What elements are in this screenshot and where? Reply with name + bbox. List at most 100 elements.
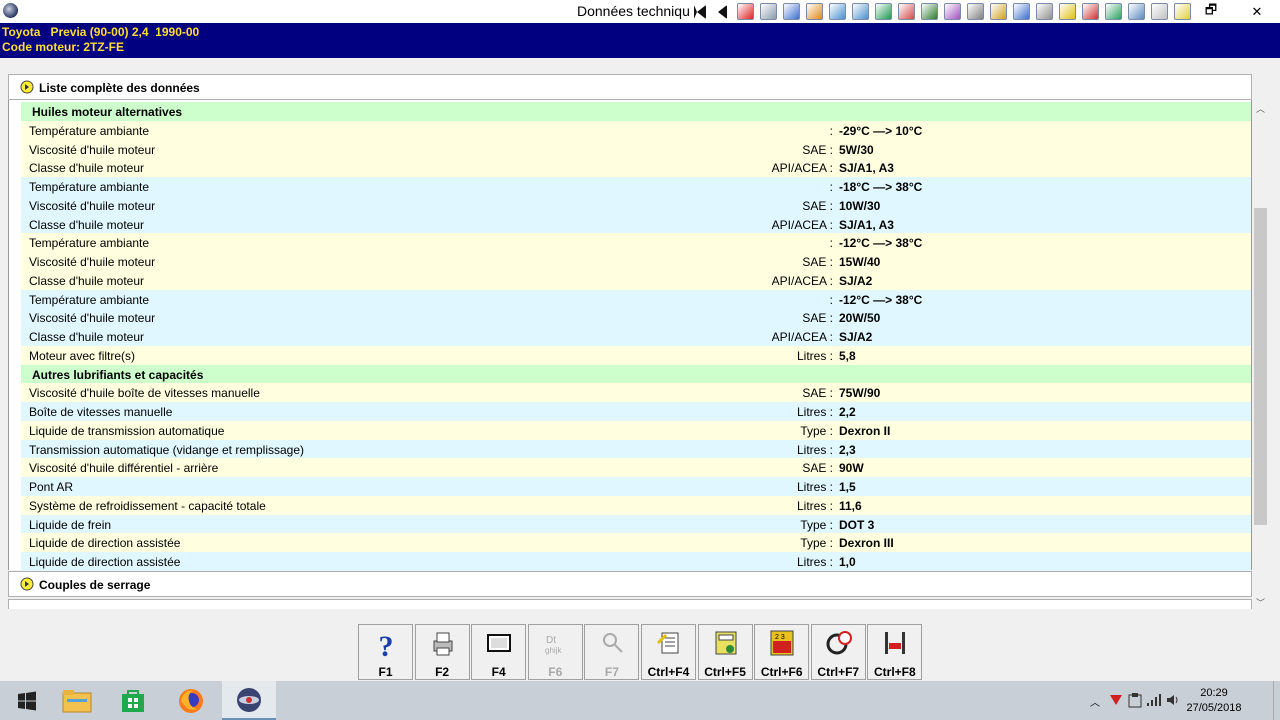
expand-arrow-icon	[20, 80, 34, 94]
tray-chevron-icon[interactable]: ︿	[1090, 694, 1100, 709]
content-area: Liste complète des données Huiles moteur…	[0, 58, 1280, 620]
car-lift-tool-button[interactable]	[918, 1, 941, 22]
fuel-icon	[1082, 3, 1099, 20]
clock-time[interactable]: 20:29	[1184, 687, 1244, 699]
start-button[interactable]	[0, 681, 54, 720]
row-unit: :	[829, 292, 833, 307]
scroll-thumb[interactable]	[1254, 208, 1267, 525]
ctrl-f8-key-button[interactable]: Ctrl+F8	[867, 624, 923, 680]
svg-text:ghijk: ghijk	[545, 646, 562, 655]
settings-tool-button[interactable]	[849, 1, 872, 22]
row-value: 1,0	[839, 555, 856, 569]
file-explorer-button[interactable]	[50, 681, 104, 720]
row-unit: SAE :	[802, 461, 833, 476]
clock-date[interactable]: 27/05/2018	[1184, 702, 1244, 714]
previous-record-tool-button[interactable]	[711, 1, 734, 22]
row-value: 15W/40	[839, 255, 881, 269]
print-icon	[433, 632, 453, 656]
antivirus-icon[interactable]	[1108, 693, 1124, 707]
chart-tool-button[interactable]	[780, 1, 803, 22]
fuel-tool-button[interactable]	[1079, 1, 1102, 22]
car-side-tool-button[interactable]	[1033, 1, 1056, 22]
f1-key-button[interactable]: ? F1	[358, 624, 413, 680]
row-label: Température ambiante	[29, 236, 150, 251]
row-label: Liquide de frein	[29, 517, 112, 532]
firefox-icon	[179, 688, 203, 713]
engine-tool-button[interactable]	[872, 1, 895, 22]
ctrl-f6-key-button[interactable]: 2 3 Ctrl+F6	[754, 624, 810, 680]
row-unit: Type :	[800, 423, 833, 438]
function-key-label: Ctrl+F6	[760, 665, 803, 679]
car-lift-icon	[921, 3, 938, 20]
help-icon: ?	[379, 630, 394, 659]
svg-text:Dt: Dt	[546, 635, 556, 646]
store-icon	[122, 689, 144, 712]
function-key-bar: ? F1 F2 F4 Dt ghijk F6 F7 Ctrl+F4 Ctrl+F5 2 3 Ctrl+…	[358, 624, 924, 680]
row-value: 75W/90	[839, 386, 881, 401]
f7-key-button: F7	[584, 624, 640, 680]
car-tool-button[interactable]	[1010, 1, 1033, 22]
table-row: Liquide de transmission automatique Type …	[21, 420, 1251, 440]
globe-tool-button[interactable]	[1125, 1, 1148, 22]
section-liste-complete[interactable]: Liste complète des données	[8, 74, 1252, 100]
document-tool-button[interactable]	[757, 1, 780, 22]
function-key-label: Ctrl+F8	[874, 665, 916, 679]
table-row: Viscosité d'huile moteur SAE : 20W/50	[21, 308, 1251, 327]
autodata-app-button[interactable]	[222, 681, 276, 720]
warning-tool-button[interactable]	[734, 1, 757, 22]
table-row: Boîte de vitesses manuelle Litres : 2,2	[21, 402, 1251, 421]
car-icon	[1013, 3, 1030, 20]
table-row: Température ambiante: -12°C —> 38°C	[21, 289, 1251, 309]
section-couples-serrage[interactable]: Couples de serrage	[8, 571, 1252, 597]
smiley-icon	[1059, 3, 1076, 20]
exhaust-tool-button[interactable]	[895, 1, 918, 22]
calculator-icon	[715, 631, 737, 655]
wrench-tool-button[interactable]	[941, 1, 964, 22]
row-unit: SAE :	[802, 386, 833, 401]
row-value: 90W	[839, 461, 864, 476]
row-unit: Type :	[800, 536, 833, 551]
ctrl-f5-key-button[interactable]: Ctrl+F5	[697, 624, 753, 680]
data-table: Huiles moteur alternatives Température am…	[8, 100, 1252, 571]
row-value: SJ/A2	[839, 330, 873, 344]
first-record-tool-button[interactable]	[688, 1, 711, 22]
scroll-up-icon[interactable]: ︿	[1255, 102, 1266, 114]
row-value: 2,3	[839, 442, 856, 457]
row-value: -18°C —> 38°C	[839, 180, 923, 194]
brake-tool-button[interactable]	[987, 1, 1010, 22]
close-button[interactable]: ✕	[1234, 0, 1280, 23]
ctrl-f4-key-button[interactable]: Ctrl+F4	[640, 624, 696, 680]
exhaust-icon	[898, 3, 915, 20]
row-label: Liquide de direction assistée	[29, 536, 181, 551]
row-unit: Litres :	[796, 498, 833, 513]
notes-icon	[656, 632, 679, 654]
font-icon: Dtghijk	[545, 635, 562, 655]
section-next-partial[interactable]	[8, 599, 1252, 609]
gauge-icon	[829, 3, 846, 20]
firefox-button[interactable]	[164, 681, 218, 720]
f2-key-button[interactable]: F2	[414, 624, 470, 680]
ctrl-f7-key-button[interactable]: Ctrl+F7	[810, 624, 866, 680]
smiley-tool-button[interactable]	[1056, 1, 1079, 22]
circuit-tool-button[interactable]	[1102, 1, 1125, 22]
scroll-down-icon[interactable]: ﹀	[1255, 596, 1266, 608]
tyre-tool-button[interactable]	[803, 1, 826, 22]
function-key-label: Ctrl+F7	[817, 665, 860, 679]
help-doc-tool-button[interactable]	[1148, 1, 1171, 22]
store-button[interactable]	[106, 681, 160, 720]
row-unit: API/ACEA :	[771, 161, 833, 176]
signal-icon[interactable]	[1146, 693, 1162, 707]
start-icon	[18, 691, 36, 710]
table-row: Viscosité d'huile moteur SAE : 5W/30	[21, 139, 1251, 159]
table-row: Liquide de direction assistée Litres : 1,0	[21, 552, 1251, 571]
restore-button[interactable]: 🗗	[1188, 0, 1234, 23]
spark-plug-tool-button[interactable]	[964, 1, 987, 22]
network-icon[interactable]	[1128, 692, 1142, 708]
svg-text:?: ?	[379, 630, 394, 659]
f4-key-button[interactable]: F4	[471, 624, 527, 680]
vertical-scrollbar[interactable]: ︿ ﹀	[1253, 100, 1268, 612]
volume-icon[interactable]	[1166, 693, 1180, 707]
gauge-tool-button[interactable]	[826, 1, 849, 22]
show-desktop-button[interactable]	[1273, 681, 1280, 720]
section-label: Couples de serrage	[39, 578, 151, 592]
